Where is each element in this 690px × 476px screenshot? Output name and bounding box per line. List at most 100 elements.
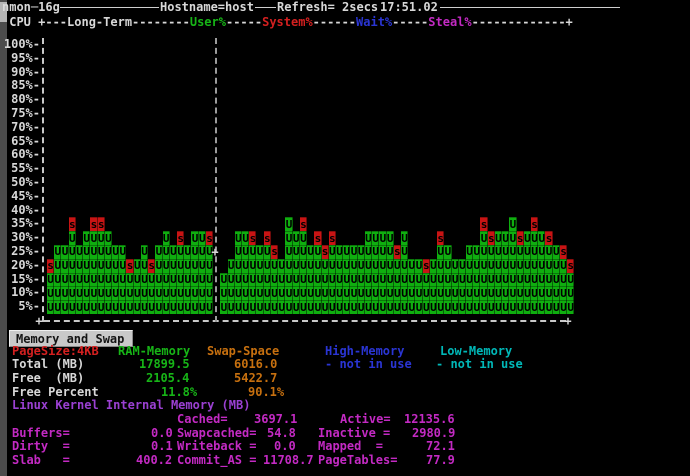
cpu-cell-system: s [264, 231, 271, 245]
cpu-cell-user: U [387, 273, 394, 287]
cpu-cell-user: U [242, 259, 249, 273]
chart-plus-marker: + [564, 314, 572, 328]
titlebar-rule [440, 7, 620, 8]
cpu-cell-user: U [141, 286, 148, 300]
memory-row: Slab =400.2Commit_AS =11708.7PageTables=… [0, 454, 690, 468]
cpu-cell-user: U [538, 259, 545, 273]
cpu-cell-user: U [228, 273, 235, 287]
cpu-cell-user: U [517, 273, 524, 287]
cpu-cell-user: U [76, 286, 83, 300]
cpu-cell-user: U [69, 245, 76, 259]
cpu-cell-user: U [184, 259, 191, 273]
cpu-cell-user: U [112, 273, 119, 287]
cpu-cell-system: s [126, 259, 133, 273]
cpu-cell-user: U [191, 245, 198, 259]
y-axis-label: 25%- [0, 245, 40, 259]
cpu-cell-user: U [459, 273, 466, 287]
cpu-cell-user: U [538, 231, 545, 245]
cpu-cell-user: U [495, 259, 502, 273]
cpu-cell-user: U [235, 245, 242, 259]
cpu-cell-system: s [206, 231, 213, 245]
cpu-cell-user: U [322, 286, 329, 300]
cpu-cell-user: U [300, 259, 307, 273]
memory-text: 77.9 [426, 454, 455, 468]
cpu-cell-user: U [112, 286, 119, 300]
cpu-header-segment: System% [262, 15, 313, 29]
cpu-cell-user: U [358, 259, 365, 273]
cpu-cell-user: U [141, 245, 148, 259]
cpu-cell-user: U [61, 259, 68, 273]
memory-text: 11708.7 [263, 454, 314, 468]
cpu-cell-user: U [538, 300, 545, 314]
cpu-cell-user: U [452, 286, 459, 300]
cpu-cell-user: U [307, 286, 314, 300]
cpu-cell-user: U [372, 300, 379, 314]
y-axis-line [42, 38, 44, 322]
cpu-cell-user: U [184, 300, 191, 314]
memory-text: 5422.7 [234, 372, 277, 386]
y-axis-label: 50%- [0, 176, 40, 190]
cpu-cell-user: U [545, 259, 552, 273]
cpu-cell-system: s [148, 259, 155, 273]
cpu-cell-user: U [285, 273, 292, 287]
cpu-cell-user: U [452, 259, 459, 273]
cpu-cell-user: U [278, 300, 285, 314]
cpu-cell-user: U [509, 259, 516, 273]
y-axis-label: 100%- [0, 38, 40, 52]
cpu-cell-user: U [553, 300, 560, 314]
cpu-cell-user: U [199, 286, 206, 300]
cpu-cell-user: U [387, 231, 394, 245]
memory-text: Slab = [12, 454, 70, 468]
cpu-cell-user: U [134, 259, 141, 273]
cpu-cell-user: U [112, 259, 119, 273]
memory-text: PageTables= [318, 454, 397, 468]
cpu-cell-user: U [350, 273, 357, 287]
cpu-cell-user: U [105, 286, 112, 300]
cpu-cell-user: U [278, 286, 285, 300]
memory-text: - not in use [325, 358, 412, 372]
cpu-cell-user: U [134, 300, 141, 314]
cpu-cell-user: U [141, 273, 148, 287]
cpu-header-segment: ----- [226, 15, 262, 29]
memory-text: PageSize:4KB [12, 345, 99, 359]
memory-row: Cached=3697.1Active=12135.6 [0, 413, 690, 427]
memory-text: Commit_AS = [177, 454, 256, 468]
cpu-cell-user: U [134, 286, 141, 300]
memory-text: Writeback = [177, 440, 256, 454]
cpu-cell-user: U [61, 300, 68, 314]
cpu-cell-user: U [358, 300, 365, 314]
cpu-cell-user: U [444, 259, 451, 273]
cpu-cell-user: U [545, 245, 552, 259]
cpu-cell-user: U [105, 273, 112, 287]
cpu-cell-user: U [430, 259, 437, 273]
cpu-cell-user: U [278, 273, 285, 287]
memory-text: Dirty = [12, 440, 70, 454]
y-axis-label: 65%- [0, 135, 40, 149]
cpu-cell-user: U [495, 273, 502, 287]
cpu-cell-user: U [293, 259, 300, 273]
cpu-cell-user: U [560, 259, 567, 273]
cpu-cell-user: U [300, 300, 307, 314]
cpu-cell-user: U [466, 245, 473, 259]
cpu-cell-user: U [249, 273, 256, 287]
cpu-header-segment: ------ [313, 15, 356, 29]
cpu-cell-user: U [502, 300, 509, 314]
y-axis-label: 5%- [0, 300, 40, 314]
cpu-cell-user: U [90, 259, 97, 273]
cpu-cell-user: U [177, 245, 184, 259]
cpu-cell-user: U [220, 300, 227, 314]
cpu-cell-user: U [423, 300, 430, 314]
memory-text: Free (MB) [12, 372, 84, 386]
cpu-cell-user: U [134, 273, 141, 287]
cpu-cell-user: U [329, 245, 336, 259]
cpu-cell-user: U [480, 259, 487, 273]
cpu-cell-user: U [560, 286, 567, 300]
cpu-cell-user: U [170, 286, 177, 300]
cpu-cell-user: U [163, 231, 170, 245]
cpu-cell-system: s [300, 217, 307, 231]
cpu-cell-user: U [466, 300, 473, 314]
cpu-cell-user: U [517, 245, 524, 259]
cpu-cell-user: U [495, 286, 502, 300]
cpu-cell-user: U [401, 300, 408, 314]
cpu-cell-user: U [372, 245, 379, 259]
